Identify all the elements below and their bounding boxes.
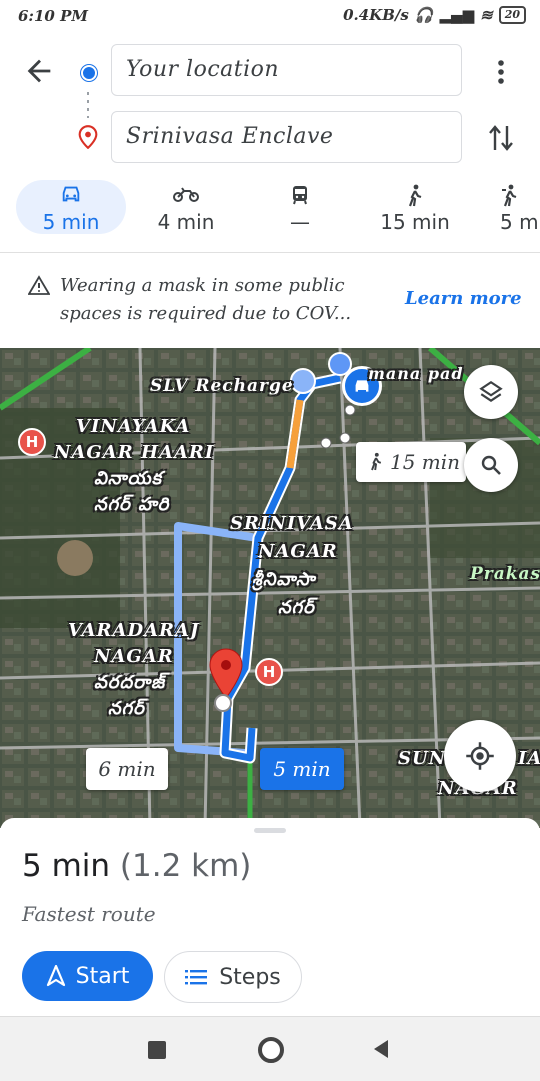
status-bar: 6:10 PM 0.4KB/s 🎧 ▂▄▆ ≋ 20 (0, 0, 540, 32)
battery-icon: 20 (498, 6, 526, 24)
steps-label: Steps (219, 964, 281, 990)
list-icon (185, 970, 208, 985)
route-connector (87, 92, 89, 118)
swap-icon[interactable] (487, 122, 515, 158)
origin-dot-icon (81, 65, 97, 81)
map-view[interactable]: H H SLV Recharge mana pad VINAYAKA NAGAR… (0, 348, 540, 828)
walk-time-chip[interactable]: 15 min (356, 442, 466, 482)
map-label-varadaraj-1: VARADARAJ (68, 620, 200, 641)
covid-notice: Wearing a mask in some public spaces is … (60, 272, 390, 328)
map-label-vinayaka-4: నగర్ హరి (94, 494, 170, 515)
network-speed: 0.4KB/s (343, 6, 409, 24)
mode-car-time: 5 min (42, 210, 100, 234)
map-label-varadaraj-3: వరదరాజ్ (94, 672, 166, 693)
mode-ride[interactable]: 5 m (478, 184, 540, 234)
main-route-chip[interactable]: 5 min (260, 748, 344, 790)
hospital-marker-2-icon[interactable]: H (255, 658, 283, 686)
map-label-varadaraj: VARADARAJ NAGAR వరదరాజ్ నగర్ (68, 618, 199, 722)
hospital-marker-icon[interactable]: H (18, 428, 46, 456)
mode-car[interactable]: 5 min (16, 184, 126, 234)
transit-icon (245, 184, 355, 210)
map-label-vinayaka-2: NAGAR HAARI (54, 442, 215, 463)
back-arrow-icon (27, 59, 51, 83)
map-label-vinayaka: VINAYAKA NAGAR HAARI వినాయక నగర్ హరి (54, 414, 214, 518)
wifi-icon: ≋ (480, 6, 493, 24)
ride-icon (500, 184, 540, 210)
mode-motorcycle[interactable]: 4 min (131, 184, 241, 234)
navigation-arrow-icon (46, 965, 65, 987)
warning-icon (27, 275, 51, 299)
motorcycle-icon (131, 184, 241, 210)
alt-route-chip[interactable]: 6 min (86, 748, 168, 790)
my-location-icon (466, 742, 494, 770)
walk-icon (371, 452, 382, 471)
layers-button[interactable] (464, 365, 518, 419)
system-nav-bar (0, 1016, 540, 1081)
map-label-srinivasa-1: SRINIVASA (230, 513, 354, 534)
map-label-srinivasa-3: శ్రీనివాసా (252, 569, 316, 590)
steps-button[interactable]: Steps (164, 951, 302, 1003)
map-label-varadaraj-2: NAGAR (94, 646, 174, 667)
mode-walk-time: 15 min (380, 210, 450, 234)
signal-icon: ▂▄▆ (439, 6, 475, 24)
notice-line1: Wearing a mask in some public (60, 275, 345, 296)
route-summary: 5 min (1.2 km) (22, 848, 251, 884)
back-triangle-icon (374, 1040, 388, 1058)
map-label-slv: SLV Recharge (150, 376, 294, 396)
headphones-icon: 🎧 (414, 6, 434, 24)
sheet-drag-handle[interactable] (254, 828, 286, 833)
route-subtitle: Fastest route (22, 902, 156, 926)
mode-ride-time: 5 m (500, 210, 539, 234)
mode-transit-time: — (290, 210, 310, 234)
map-label-mana: mana pad (368, 364, 464, 383)
start-button[interactable]: Start (22, 951, 153, 1001)
map-label-vinayaka-1: VINAYAKA (76, 416, 191, 437)
route-distance: (1.2 km) (119, 848, 252, 884)
more-options-icon[interactable] (490, 58, 512, 88)
notice-line2: spaces is required due to COV... (60, 303, 352, 324)
destination-pin-icon (78, 125, 98, 153)
route-time: 5 min (22, 848, 111, 884)
back-nav-button[interactable] (372, 1039, 390, 1063)
learn-more-link[interactable]: Learn more (405, 288, 522, 309)
mode-transit[interactable]: — (245, 184, 355, 234)
mode-walk[interactable]: 15 min (360, 184, 470, 234)
search-icon (481, 455, 501, 475)
walk-icon (360, 184, 470, 210)
map-label-sun: SUN (398, 748, 447, 769)
back-button[interactable] (22, 54, 58, 90)
map-label-prakas: Prakas (470, 564, 540, 584)
map-label-srinivasa-4: నగర్ (278, 597, 315, 618)
walk-time: 15 min (390, 450, 461, 474)
recents-button[interactable] (148, 1041, 166, 1059)
route-summary-sheet[interactable]: 5 min (1.2 km) Fastest route Start Steps (0, 818, 540, 1018)
car-icon (16, 184, 126, 210)
divider (0, 252, 540, 253)
map-label-sun-ia: IA (518, 748, 540, 769)
map-label-varadaraj-4: నగర్ (108, 698, 145, 719)
map-label-vinayaka-3: వినాయక (94, 468, 163, 489)
home-button[interactable] (258, 1037, 284, 1063)
destination-point-icon (214, 694, 232, 712)
my-location-button[interactable] (444, 720, 516, 792)
origin-field[interactable]: Your location (111, 44, 462, 96)
map-label-srinivasa-2: NAGAR (258, 541, 338, 562)
map-label-srinivasa: SRINIVASA NAGAR శ్రీనివాసా నగర్ (230, 510, 354, 622)
destination-field[interactable]: Srinivasa Enclave (111, 111, 462, 163)
mode-motorcycle-time: 4 min (157, 210, 215, 234)
status-time: 6:10 PM (18, 7, 88, 25)
layers-icon (479, 380, 503, 402)
start-label: Start (75, 963, 130, 989)
search-along-route-button[interactable] (464, 438, 518, 492)
